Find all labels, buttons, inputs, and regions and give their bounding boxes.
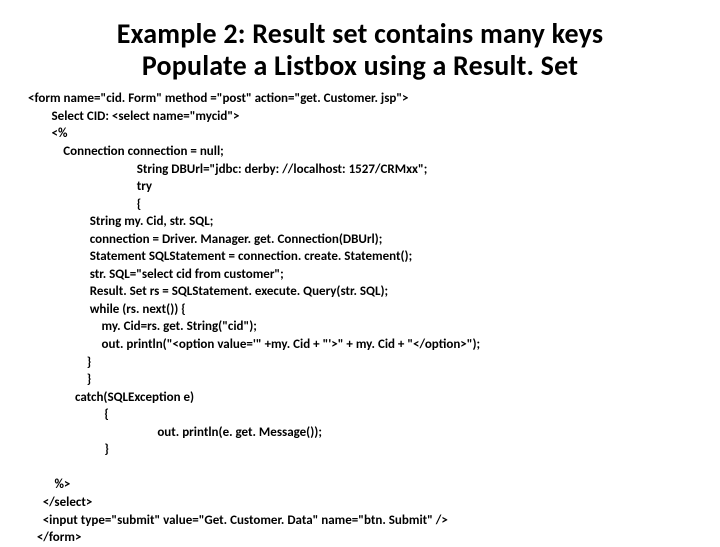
title-line-1: Example 2: Result set contains many keys: [117, 16, 603, 51]
slide-title: Example 2: Result set contains many keys…: [68, 18, 652, 82]
slide: Example 2: Result set contains many keys…: [0, 0, 720, 540]
title-line-2: Populate a Listbox using a Result. Set: [142, 48, 578, 83]
code-block: <form name="cid. Form" method ="post" ac…: [28, 90, 692, 546]
